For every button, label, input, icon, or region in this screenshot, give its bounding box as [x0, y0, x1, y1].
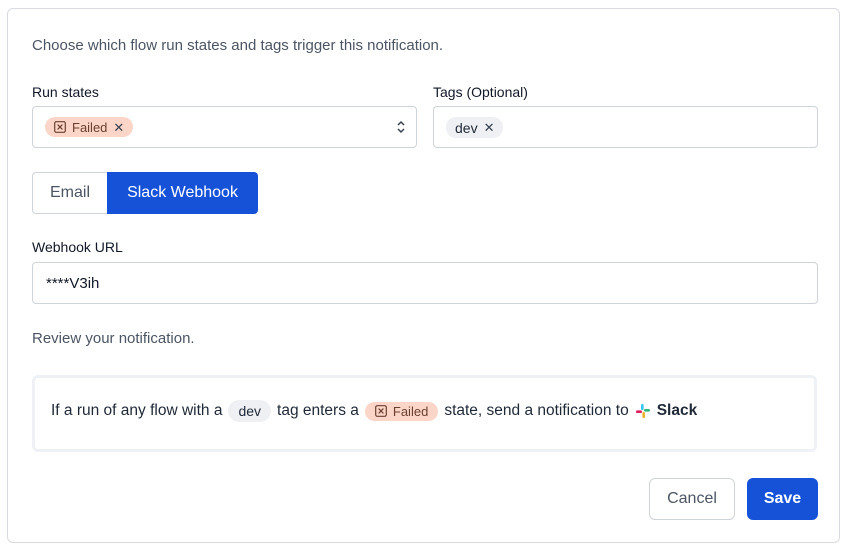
summary-state-label: Failed: [392, 403, 429, 419]
tags-input[interactable]: dev ✕: [433, 106, 818, 148]
webhook-url-value: ****V3ih: [46, 275, 100, 292]
failed-state-chip: Failed ✕: [45, 117, 134, 137]
failed-state-label: Failed: [72, 119, 108, 135]
close-icon[interactable]: ✕: [113, 121, 124, 134]
tags-label: Tags (Optional): [433, 84, 528, 100]
intro-text: Choose which flow run states and tags tr…: [32, 37, 444, 54]
summary-tag: dev: [228, 400, 272, 422]
cancel-button[interactable]: Cancel: [649, 478, 735, 520]
summary-state: Failed: [364, 401, 439, 421]
save-button[interactable]: Save: [747, 478, 818, 520]
chevron-up-down-icon[interactable]: [396, 119, 406, 135]
failed-state-icon: [54, 121, 66, 133]
review-text: Review your notification.: [32, 330, 195, 347]
summary-text-2: tag enters a: [277, 402, 359, 419]
webhook-url-input[interactable]: ****V3ih: [32, 262, 818, 304]
summary-text-3: state, send a notification to: [444, 402, 629, 419]
failed-state-icon: [374, 405, 387, 417]
tag-chip-label: dev: [455, 119, 478, 136]
tag-chip-dev: dev ✕: [446, 117, 504, 138]
run-states-select[interactable]: Failed ✕: [32, 106, 417, 148]
notification-form: Choose which flow run states and tags tr…: [7, 8, 840, 543]
tab-email[interactable]: Email: [32, 172, 107, 214]
summary-channel: Slack: [656, 402, 698, 419]
summary-text-1: If a run of any flow with a: [51, 402, 223, 419]
tab-slack-webhook[interactable]: Slack Webhook: [107, 172, 258, 214]
run-states-label: Run states: [32, 84, 99, 100]
channel-toggle: Email Slack Webhook: [32, 172, 258, 214]
notification-summary: If a run of any flow with a dev tag ente…: [32, 375, 817, 452]
slack-icon: [635, 404, 650, 418]
close-icon[interactable]: ✕: [484, 121, 495, 134]
webhook-url-label: Webhook URL: [32, 239, 123, 255]
